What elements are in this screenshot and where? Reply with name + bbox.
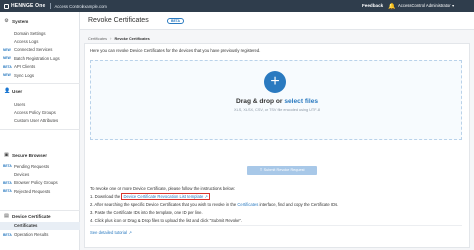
dropzone-hint: XLS, XLSX, CSV, or TSV file encoded usin… bbox=[234, 108, 320, 112]
external-link-icon: ↗ bbox=[204, 194, 208, 199]
item-label: Custom User Attributes bbox=[14, 118, 59, 124]
card-divider bbox=[90, 225, 462, 226]
sidebar-item-rejected-requests[interactable]: BETA Rejected Requests bbox=[0, 187, 80, 195]
instruction-step-2: 2. After searching the specific Device C… bbox=[90, 202, 338, 207]
notification-bell-icon[interactable]: 🔔 bbox=[388, 3, 395, 10]
user-name: AccessControl Administrator bbox=[398, 3, 451, 8]
select-files-link[interactable]: select files bbox=[284, 98, 318, 105]
item-label: Certificates bbox=[14, 223, 38, 229]
chevron-down-icon: ▾ bbox=[452, 3, 455, 8]
instruction-step-4: 4. Click plus icon or Drag & Drop files … bbox=[90, 218, 243, 223]
tutorial-label: See detailed tutorial bbox=[90, 230, 128, 235]
sidebar-item-browser-policy-groups[interactable]: BETA Browser Policy Groups bbox=[0, 179, 80, 187]
dropzone-prefix: Drag & drop or bbox=[235, 98, 285, 105]
item-label: Users bbox=[14, 101, 26, 107]
item-badge: NEW bbox=[3, 47, 11, 52]
submit-label: Submit Revoke Request bbox=[263, 168, 305, 172]
user-icon: 👤 bbox=[4, 87, 11, 94]
sidebar-divider bbox=[0, 83, 80, 84]
browser-icon: ▣ bbox=[4, 151, 9, 158]
item-label: Browser Policy Groups bbox=[14, 180, 58, 186]
item-label: Operation Results bbox=[14, 232, 49, 238]
section-label: Device Certificate bbox=[12, 213, 51, 219]
step-text: 2. After searching the specific Device C… bbox=[90, 202, 238, 207]
instruction-step-3: 3. Paste the Certificate IDs into the te… bbox=[90, 210, 203, 215]
top-bar: HENNGE One Access Control example.com Fe… bbox=[0, 0, 474, 12]
breadcrumb-current: Revoke Certificates bbox=[114, 36, 150, 41]
sidebar-item-users[interactable]: Users bbox=[0, 100, 80, 108]
sidebar-item-operation-results[interactable]: BETA Operation Results bbox=[0, 231, 80, 239]
sidebar-item-custom-user-attributes[interactable]: Custom User Attributes bbox=[0, 117, 80, 125]
instruction-step-1: 1. Download the Device Certificate Revoc… bbox=[90, 193, 210, 200]
feedback-link[interactable]: Feedback bbox=[362, 3, 383, 8]
app-name: Access Control bbox=[54, 3, 83, 9]
sidebar-item-api-clients[interactable]: BETA API Clients bbox=[0, 63, 80, 71]
sidebar-item-devices[interactable]: Devices bbox=[0, 170, 80, 178]
sidebar-item-domain-settings[interactable]: Domain Settings bbox=[0, 29, 80, 37]
sidebar-section-secure-browser[interactable]: ▣ Secure Browser bbox=[0, 151, 80, 159]
breadcrumb-certificates[interactable]: Certificates bbox=[88, 37, 107, 41]
sidebar-item-sync-logs[interactable]: NEW Sync Logs bbox=[0, 71, 80, 79]
item-badge: BETA bbox=[3, 64, 12, 69]
item-badge: BETA bbox=[3, 164, 12, 169]
section-label: System bbox=[12, 18, 29, 24]
item-label: Pending Requests bbox=[14, 163, 50, 169]
sidebar-item-batch-registration-logs[interactable]: NEW Batch Registration Logs bbox=[0, 54, 80, 62]
item-badge: BETA bbox=[3, 189, 12, 194]
section-label: User bbox=[12, 88, 23, 94]
tenant-domain: example.com bbox=[82, 3, 107, 9]
item-label: Devices bbox=[14, 172, 30, 178]
section-label: Secure Browser bbox=[12, 152, 47, 158]
item-label: API Clients bbox=[14, 64, 36, 70]
gear-icon: ⚙ bbox=[4, 17, 9, 24]
step-text: 1. Download the bbox=[90, 194, 122, 199]
instructions-lead: To revoke one or more Device Certificate… bbox=[90, 186, 236, 191]
revoke-card: Here you can revoke Device Certificates … bbox=[84, 43, 470, 248]
sidebar-divider bbox=[0, 129, 80, 130]
item-label: Batch Registration Logs bbox=[14, 55, 60, 61]
certificates-link[interactable]: Certificates bbox=[237, 202, 258, 207]
plus-icon[interactable]: + bbox=[264, 71, 286, 93]
sidebar-section-system[interactable]: ⚙ System bbox=[0, 17, 80, 25]
page-header: Revoke Certificates BETA bbox=[80, 12, 474, 30]
step-text: interface, find and copy the Certificate… bbox=[258, 202, 339, 207]
certificate-icon: ▤ bbox=[4, 212, 9, 219]
breadcrumb: Certificates › Revoke Certificates bbox=[88, 36, 150, 41]
sidebar-item-certificates[interactable]: Certificates bbox=[0, 221, 80, 230]
user-menu[interactable]: AccessControl Administrator ▾ bbox=[398, 3, 454, 8]
sidebar-item-access-policy-groups[interactable]: Access Policy Groups bbox=[0, 108, 80, 116]
item-label: Sync Logs bbox=[14, 72, 35, 78]
intro-text: Here you can revoke Device Certificates … bbox=[90, 48, 261, 53]
submit-revoke-button[interactable]: ⇪ Submit Revoke Request bbox=[247, 166, 317, 175]
beta-badge: BETA bbox=[167, 17, 184, 24]
external-link-icon: ↗ bbox=[128, 230, 133, 235]
sidebar-item-access-logs[interactable]: Access Logs bbox=[0, 37, 80, 45]
file-dropzone[interactable]: + Drag & drop or select files XLS, XLSX,… bbox=[90, 60, 462, 140]
item-label: Rejected Requests bbox=[14, 188, 51, 194]
dropzone-title: Drag & drop or select files bbox=[91, 98, 463, 105]
page-title: Revoke Certificates bbox=[88, 17, 149, 24]
item-badge: BETA bbox=[3, 180, 12, 185]
main-content: Revoke Certificates BETA Certificates › … bbox=[80, 12, 474, 250]
tutorial-link[interactable]: See detailed tutorial ↗ bbox=[90, 230, 132, 235]
item-label: Access Logs bbox=[14, 39, 39, 45]
item-label: Access Policy Groups bbox=[14, 110, 56, 116]
sidebar-section-device-certificate[interactable]: ▤ Device Certificate bbox=[0, 212, 80, 220]
sidebar-divider bbox=[0, 210, 80, 211]
item-badge: NEW bbox=[3, 56, 11, 61]
logo-mark-icon bbox=[4, 3, 9, 9]
item-badge: BETA bbox=[3, 232, 12, 237]
sidebar-section-user[interactable]: 👤 User bbox=[0, 87, 80, 95]
item-label: Connected Services bbox=[14, 47, 53, 53]
sidebar-item-connected-services[interactable]: NEW Connected Services bbox=[0, 46, 80, 54]
item-badge: NEW bbox=[3, 73, 11, 78]
sidebar: ⚙ System Domain Settings Access Logs NEW… bbox=[0, 12, 80, 250]
chevron-right-icon: › bbox=[110, 36, 112, 41]
brand-logo[interactable]: HENNGE One Access Control bbox=[4, 3, 83, 9]
template-download-link[interactable]: Device Certificate Revocation List templ… bbox=[123, 194, 203, 199]
item-label: Domain Settings bbox=[14, 30, 46, 36]
template-link-highlight: Device Certificate Revocation List templ… bbox=[121, 193, 210, 200]
sidebar-item-pending-requests[interactable]: BETA Pending Requests bbox=[0, 162, 80, 170]
brand-name: HENNGE One bbox=[11, 3, 46, 9]
